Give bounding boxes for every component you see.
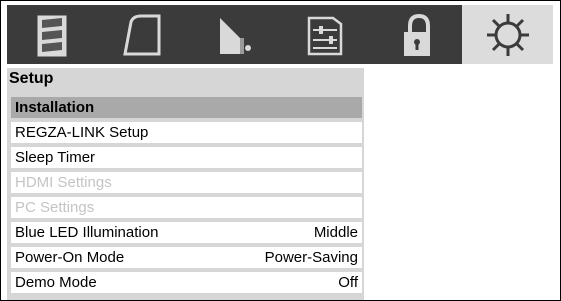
screen-icon	[123, 14, 161, 55]
gear-icon	[486, 13, 529, 56]
menu-item-blue-led-illumination[interactable]: Blue LED Illumination Middle	[11, 222, 362, 243]
tab-lock[interactable]	[371, 5, 461, 64]
sound-icon	[220, 17, 251, 54]
tab-setup[interactable]	[462, 5, 553, 64]
menu-item-value: Off	[338, 274, 358, 291]
menu-frame: Setup Installation REGZA-LINK Setup Slee…	[0, 0, 561, 301]
menu-item-label: PC Settings	[15, 199, 95, 216]
menu-item-demo-mode[interactable]: Demo Mode Off	[11, 272, 362, 293]
menu-item-label: Installation	[15, 99, 95, 116]
menu-title: Setup	[9, 70, 54, 87]
menu-icon-bar	[7, 5, 553, 64]
menu-item-label: Power-On Mode	[15, 249, 125, 266]
menu-item-power-on-mode[interactable]: Power-On Mode Power-Saving	[11, 247, 362, 268]
menu-item-regza-link-setup[interactable]: REGZA-LINK Setup	[11, 122, 362, 143]
menu-item-value: Middle	[313, 224, 358, 241]
menu-item-label: Demo Mode	[15, 274, 97, 291]
preferences-icon	[307, 16, 343, 55]
menu-item-label: Sleep Timer	[15, 149, 96, 166]
lock-icon	[404, 13, 430, 56]
tab-sound[interactable]	[189, 5, 279, 64]
setup-menu-panel: Setup Installation REGZA-LINK Setup Slee…	[7, 68, 364, 300]
menu-item-label: HDMI Settings	[15, 174, 112, 191]
tab-screen[interactable]	[98, 5, 188, 64]
tab-picture[interactable]	[7, 5, 97, 64]
menu-item-hdmi-settings: HDMI Settings	[11, 172, 362, 193]
menu-item-pc-settings: PC Settings	[11, 197, 362, 218]
menu-item-label: Blue LED Illumination	[15, 224, 159, 241]
menu-item-value: Power-Saving	[264, 249, 358, 266]
picture-icon	[37, 15, 67, 56]
menu-item-sleep-timer[interactable]: Sleep Timer	[11, 147, 362, 168]
tab-preferences[interactable]	[280, 5, 370, 64]
menu-item-label: REGZA-LINK Setup	[15, 124, 149, 141]
menu-item-installation[interactable]: Installation	[11, 97, 362, 118]
